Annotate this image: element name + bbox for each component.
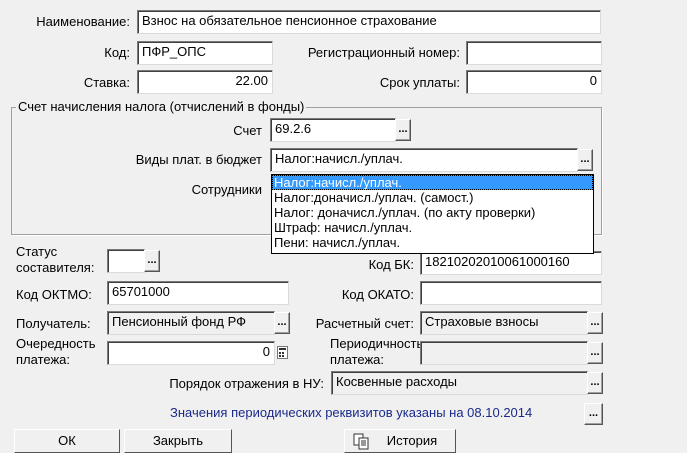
term-field[interactable]: 0 xyxy=(466,70,602,94)
settlement-account-field[interactable]: Страховые взносы xyxy=(420,311,588,335)
periodicity-field[interactable] xyxy=(420,341,588,365)
recipient-label: Получатель: xyxy=(16,316,91,331)
account-select-button[interactable]: ... xyxy=(395,119,411,141)
nu-order-label: Порядок отражения в НУ: xyxy=(169,376,324,391)
tax-account-group-title: Счет начисления налога (отчислений в фон… xyxy=(16,99,307,114)
order-label-line2: платежа: xyxy=(16,352,70,367)
status-label-line2: составителя: xyxy=(16,260,95,275)
dropdown-option[interactable]: Налог: доначисл./уплач. (по акту проверк… xyxy=(272,205,593,220)
account-field[interactable]: 69.2.6 xyxy=(270,118,396,142)
copy-documents-icon xyxy=(353,433,369,450)
recipient-field[interactable]: Пенсионный фонд РФ xyxy=(107,311,275,335)
dropdown-option[interactable]: Налог:начисл./уплач. xyxy=(272,175,593,190)
reg-number-label: Регистрационный номер: xyxy=(307,45,460,60)
code-label: Код: xyxy=(104,45,130,60)
rate-label: Ставка: xyxy=(83,75,130,90)
close-button[interactable]: Закрыть xyxy=(124,429,232,453)
dropdown-option[interactable]: Налог:доначисл./уплач. (самост.) xyxy=(272,190,593,205)
settlement-account-select-button[interactable]: ... xyxy=(587,312,603,334)
name-label: Наименование: xyxy=(36,14,130,29)
rate-field[interactable]: 22.00 xyxy=(137,70,273,94)
order-field[interactable]: 0 xyxy=(107,341,275,365)
recipient-select-button[interactable]: ... xyxy=(274,312,290,334)
paytypes-label: Виды плат. в бюджет xyxy=(135,152,262,167)
periodic-requisites-button[interactable]: ... xyxy=(584,403,603,425)
paytypes-dropdown-list[interactable]: Налог:начисл./уплач. Налог:доначисл./упл… xyxy=(271,174,594,254)
kbk-label: Код БК: xyxy=(368,257,414,272)
history-button-label: История xyxy=(386,433,438,448)
calculator-icon[interactable] xyxy=(277,346,288,359)
status-select-button[interactable]: ... xyxy=(144,250,160,272)
term-label: Срок уплаты: xyxy=(379,75,460,90)
okato-label: Код ОКАТО: xyxy=(341,287,414,302)
paytypes-field[interactable]: Налог:начисл./уплач. xyxy=(270,148,578,172)
code-field[interactable]: ПФР_ОПС xyxy=(137,41,273,65)
kbk-field[interactable]: 18210202010061000160 xyxy=(420,251,602,275)
dropdown-option[interactable]: Пени: начисл./уплач. xyxy=(272,235,593,250)
okato-field[interactable] xyxy=(420,281,602,305)
status-field[interactable] xyxy=(107,249,145,273)
periodicity-label-line2: платежа: xyxy=(330,352,384,367)
ok-button[interactable]: ОК xyxy=(14,429,120,453)
account-label: Счет xyxy=(233,123,262,138)
oktmo-label: Код ОКТМО: xyxy=(16,287,92,302)
nu-order-field[interactable]: Косвенные расходы xyxy=(331,371,588,395)
status-label-line1: Статус xyxy=(16,244,58,259)
periodicity-label-line1: Периодичность xyxy=(330,336,424,351)
settlement-account-label: Расчетный счет: xyxy=(315,316,414,331)
reg-number-field[interactable] xyxy=(466,41,602,65)
history-button[interactable]: История xyxy=(344,429,456,453)
dropdown-option[interactable]: Штраф: начисл./уплач. xyxy=(272,220,593,235)
periodicity-select-button[interactable]: ... xyxy=(587,342,603,364)
nu-order-select-button[interactable]: ... xyxy=(587,372,603,394)
periodic-requisites-note: Значения периодических реквизитов указан… xyxy=(170,405,533,420)
order-label-line1: Очередность xyxy=(16,336,96,351)
name-field[interactable]: Взнос на обязательное пенсионное страхов… xyxy=(137,10,601,34)
paytypes-dropdown-button[interactable]: ... xyxy=(577,149,593,171)
oktmo-field[interactable]: 65701000 xyxy=(107,281,289,305)
employees-label: Сотрудники xyxy=(191,182,262,197)
